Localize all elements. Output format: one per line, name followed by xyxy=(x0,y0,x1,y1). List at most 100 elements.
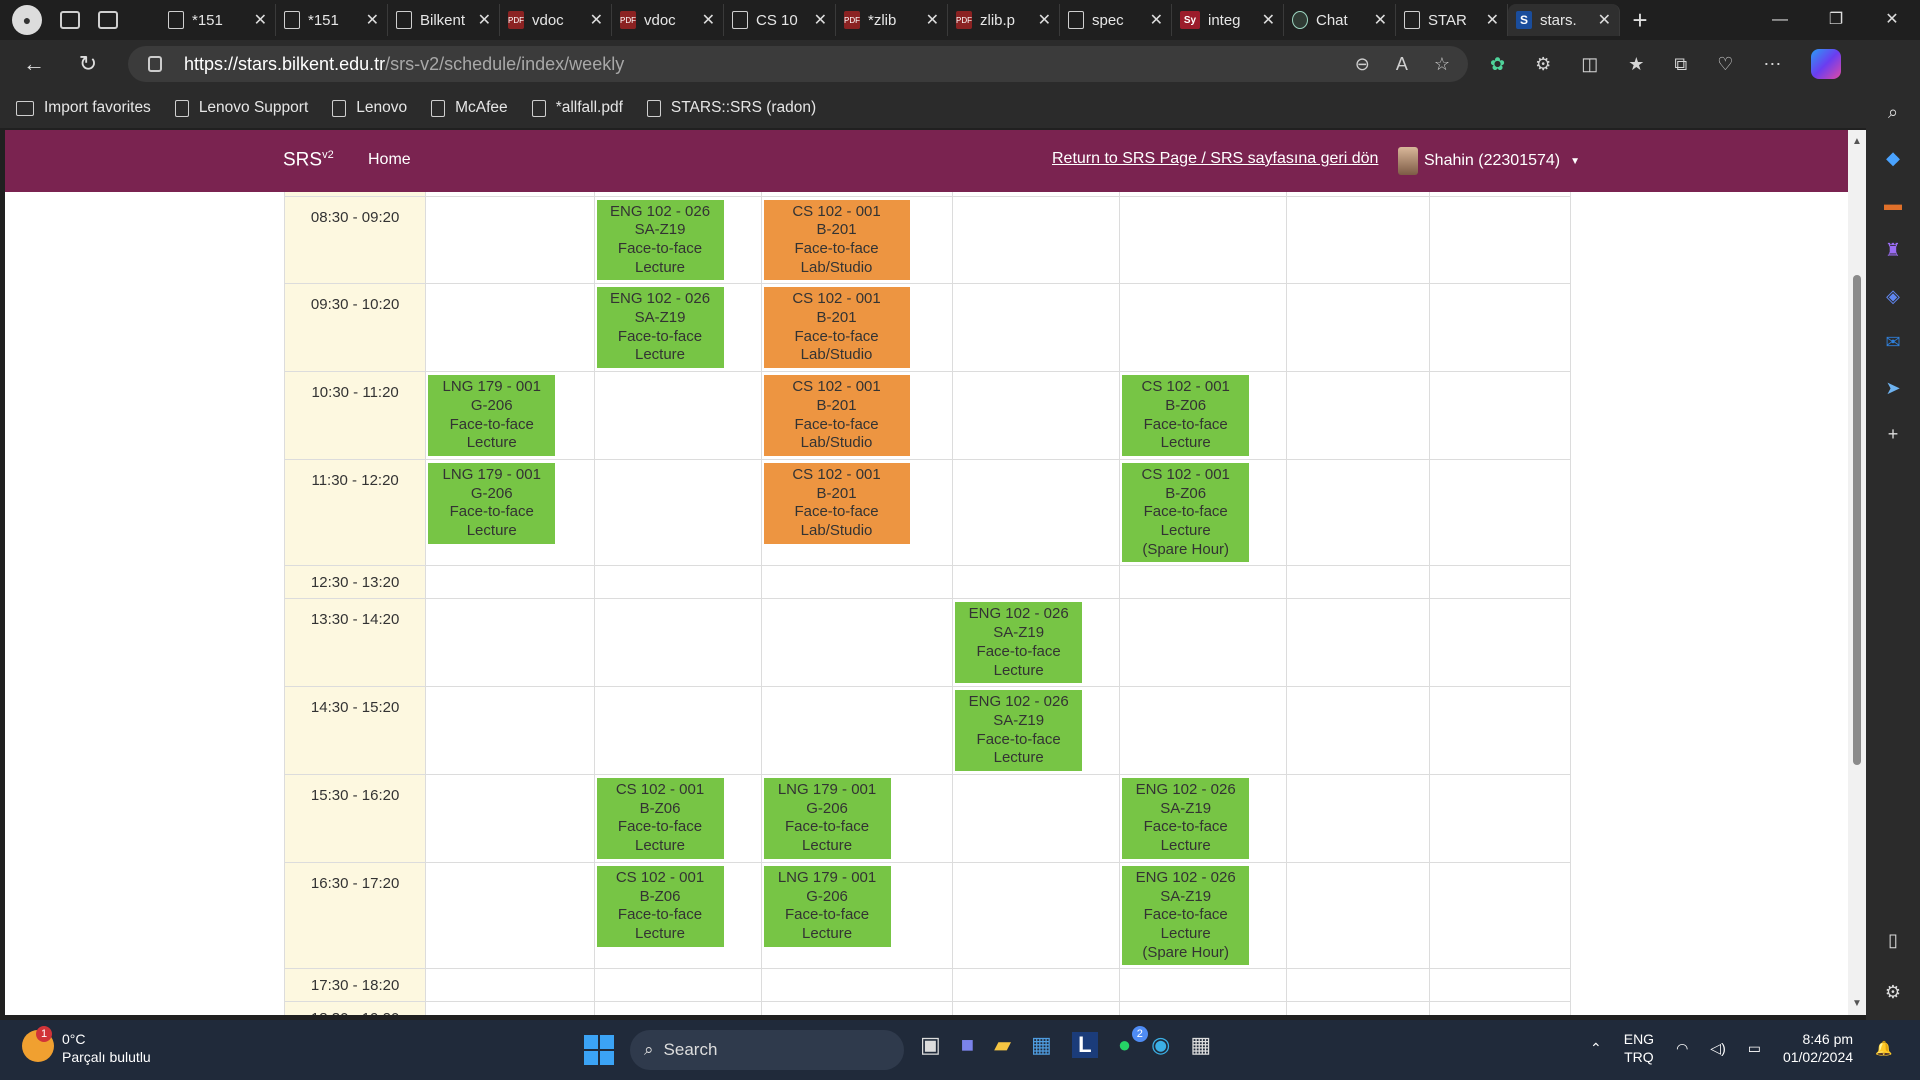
scroll-thumb[interactable] xyxy=(1853,275,1861,765)
favorite-item[interactable]: Lenovo Support xyxy=(174,99,308,117)
edge-icon[interactable]: ◉ xyxy=(1151,1032,1170,1058)
browser-essentials-icon[interactable]: ♡ xyxy=(1717,54,1733,75)
course-block[interactable]: ENG 102 - 026 SA-Z19 Face-to-face Lecture xyxy=(955,690,1083,772)
browser-tab[interactable]: Chat ✕ xyxy=(1284,4,1396,36)
course-block[interactable]: CS 102 - 001 B-Z06 Face-to-face Lecture xyxy=(596,865,724,947)
course-block[interactable]: ENG 102 - 026 SA-Z19 Face-to-face Lecture xyxy=(955,602,1083,684)
telegram-icon[interactable]: ➤ xyxy=(1881,376,1905,400)
wifi-icon[interactable]: ◠ xyxy=(1676,1040,1688,1057)
close-icon[interactable]: ✕ xyxy=(702,10,715,30)
course-block[interactable]: ENG 102 - 026 SA-Z19 Face-to-face Lecture xyxy=(596,199,724,281)
back-button[interactable]: ← xyxy=(14,51,54,77)
language-indicator[interactable]: ENG TRQ xyxy=(1624,1030,1654,1066)
course-block[interactable]: LNG 179 - 001 G-206 Face-to-face Lecture xyxy=(428,375,556,456)
lock-icon[interactable] xyxy=(148,56,162,72)
browser-tab[interactable]: Sstars. ✕ xyxy=(1508,4,1620,36)
browser-tab[interactable]: PDF *zlib ✕ xyxy=(836,4,948,36)
favorites-icon[interactable]: ★ xyxy=(1628,54,1644,75)
course-block[interactable]: CS 102 - 001 B-Z06 Face-to-face Lecture xyxy=(596,778,724,859)
course-block[interactable]: CS 102 - 001 B-Z06 Face-to-face Lecture (Sp… xyxy=(1122,462,1250,563)
course-block[interactable]: CS 102 - 001 B-201 Face-to-face Lab/Studio xyxy=(763,375,910,456)
games-icon[interactable]: ♜ xyxy=(1881,238,1905,262)
settings-gear-icon[interactable]: ⚙ xyxy=(1881,980,1905,1004)
new-tab-button[interactable]: + xyxy=(1620,5,1660,36)
course-block[interactable]: CS 102 - 001 B-201 Face-to-face Lab/Studio xyxy=(763,287,910,369)
favorite-item[interactable]: Import favorites xyxy=(16,99,151,117)
battery-icon[interactable]: ▭ xyxy=(1748,1040,1761,1057)
close-icon[interactable]: ✕ xyxy=(1150,10,1163,30)
close-icon[interactable]: ✕ xyxy=(814,10,827,30)
scroll-up-icon[interactable]: ▲ xyxy=(1852,136,1862,147)
browser-tab[interactable]: Bilkent ✕ xyxy=(388,4,500,36)
favorite-star-icon[interactable]: ☆ xyxy=(1434,54,1450,75)
user-menu[interactable]: Shahin (22301574) ▼ xyxy=(1398,147,1580,175)
chatgpt-extension-icon[interactable]: ✿ xyxy=(1490,54,1505,75)
search-icon[interactable]: ⌕ xyxy=(1881,100,1905,124)
notification-bell-icon[interactable]: 🔔 xyxy=(1875,1040,1892,1057)
scroll-down-icon[interactable]: ▼ xyxy=(1852,998,1862,1009)
close-icon[interactable]: ✕ xyxy=(590,10,603,30)
weather-widget[interactable]: 1 0°C Parçalı bulutlu xyxy=(22,1026,151,1066)
browser-tab[interactable]: PDF vdoc ✕ xyxy=(612,4,724,36)
browser-tab[interactable]: *151 ✕ xyxy=(276,4,388,36)
course-block[interactable]: LNG 179 - 001 G-206 Face-to-face Lecture xyxy=(428,462,556,544)
close-icon[interactable]: ✕ xyxy=(254,10,267,30)
profile-icon[interactable]: ● xyxy=(12,5,42,35)
return-srs-link[interactable]: Return to SRS Page / SRS sayfasına geri … xyxy=(1052,150,1378,168)
store-icon[interactable]: ▦ xyxy=(1031,1032,1052,1058)
sidebar-toggle-icon[interactable]: ▯ xyxy=(1881,928,1905,952)
browser-tab[interactable]: CS 10 ✕ xyxy=(724,4,836,36)
course-block[interactable]: CS 102 - 001 B-201 Face-to-face Lab/Studio xyxy=(763,462,910,544)
browser-tab[interactable]: *151 ✕ xyxy=(160,4,276,36)
close-icon[interactable]: ✕ xyxy=(926,10,939,30)
close-icon[interactable]: ✕ xyxy=(478,10,491,30)
start-button[interactable] xyxy=(584,1035,614,1065)
close-icon[interactable]: ✕ xyxy=(1374,10,1387,30)
course-block[interactable]: ENG 102 - 026 SA-Z19 Face-to-face Lecture xyxy=(1122,778,1250,859)
browser-tab[interactable]: Sy integ ✕ xyxy=(1172,4,1284,36)
taskbar-search[interactable]: ⌕ Search xyxy=(630,1030,904,1070)
course-block[interactable]: ENG 102 - 026 SA-Z19 Face-to-face Lecture xyxy=(596,287,724,369)
clock[interactable]: 8:46 pm 01/02/2024 xyxy=(1783,1030,1853,1066)
close-icon[interactable]: ✕ xyxy=(1038,10,1051,30)
read-aloud-icon[interactable]: A xyxy=(1396,54,1408,75)
favorite-item[interactable]: McAfee xyxy=(431,99,508,117)
browser-tab[interactable]: PDF zlib.p ✕ xyxy=(948,4,1060,36)
extensions-icon[interactable]: ⚙ xyxy=(1535,54,1551,75)
favorite-item[interactable]: *allfall.pdf xyxy=(531,99,623,117)
favorite-item[interactable]: Lenovo xyxy=(332,99,407,117)
browser-tab[interactable]: PDF vdoc ✕ xyxy=(500,4,612,36)
page-scrollbar[interactable]: ▲ ▼ xyxy=(1848,130,1866,1015)
browser-tab[interactable]: STAR ✕ xyxy=(1396,4,1508,36)
favorite-item[interactable]: STARS::SRS (radon) xyxy=(646,99,816,117)
tab-actions-icon[interactable] xyxy=(98,11,118,29)
close-icon[interactable]: ✕ xyxy=(1486,10,1499,30)
chevron-up-icon[interactable]: ⌃ xyxy=(1590,1040,1602,1057)
browser-tab[interactable]: spec ✕ xyxy=(1060,4,1172,36)
more-menu-icon[interactable]: ⋯ xyxy=(1763,54,1781,75)
course-block[interactable]: LNG 179 - 001 G-206 Face-to-face Lecture xyxy=(763,865,891,947)
split-screen-icon[interactable]: ◫ xyxy=(1581,54,1598,75)
minimize-button[interactable]: — xyxy=(1752,0,1808,40)
microsoft365-icon[interactable]: ◈ xyxy=(1881,284,1905,308)
whatsapp-icon[interactable]: ● 2 xyxy=(1118,1026,1148,1058)
close-icon[interactable]: ✕ xyxy=(1262,10,1275,30)
restore-button[interactable]: ❐ xyxy=(1808,0,1864,40)
address-bar[interactable]: https://stars.bilkent.edu.tr/srs-v2/sche… xyxy=(128,46,1468,82)
add-icon[interactable]: + xyxy=(1881,422,1905,446)
zoom-icon[interactable]: ⊖ xyxy=(1355,54,1370,75)
file-explorer-icon[interactable]: ▰ xyxy=(994,1032,1011,1058)
refresh-button[interactable]: ↻ xyxy=(68,51,108,77)
task-view-icon[interactable]: ▣ xyxy=(920,1032,941,1058)
close-icon[interactable]: ✕ xyxy=(1598,10,1611,30)
outlook-icon[interactable]: ✉ xyxy=(1881,330,1905,354)
course-block[interactable]: CS 102 - 001 B-201 Face-to-face Lab/Studio xyxy=(763,199,910,281)
course-block[interactable]: ENG 102 - 026 SA-Z19 Face-to-face Lecture(… xyxy=(1122,865,1250,966)
teams-meet-icon[interactable]: ■ xyxy=(961,1032,974,1058)
course-block[interactable]: LNG 179 - 001 G-206 Face-to-face Lecture xyxy=(763,778,891,859)
collections-icon[interactable]: ⧉ xyxy=(1674,54,1687,75)
lenovo-app-icon[interactable]: L xyxy=(1071,1032,1098,1058)
volume-icon[interactable]: ◁) xyxy=(1710,1040,1725,1057)
close-icon[interactable]: ✕ xyxy=(366,10,379,30)
home-link[interactable]: Home xyxy=(368,151,411,169)
